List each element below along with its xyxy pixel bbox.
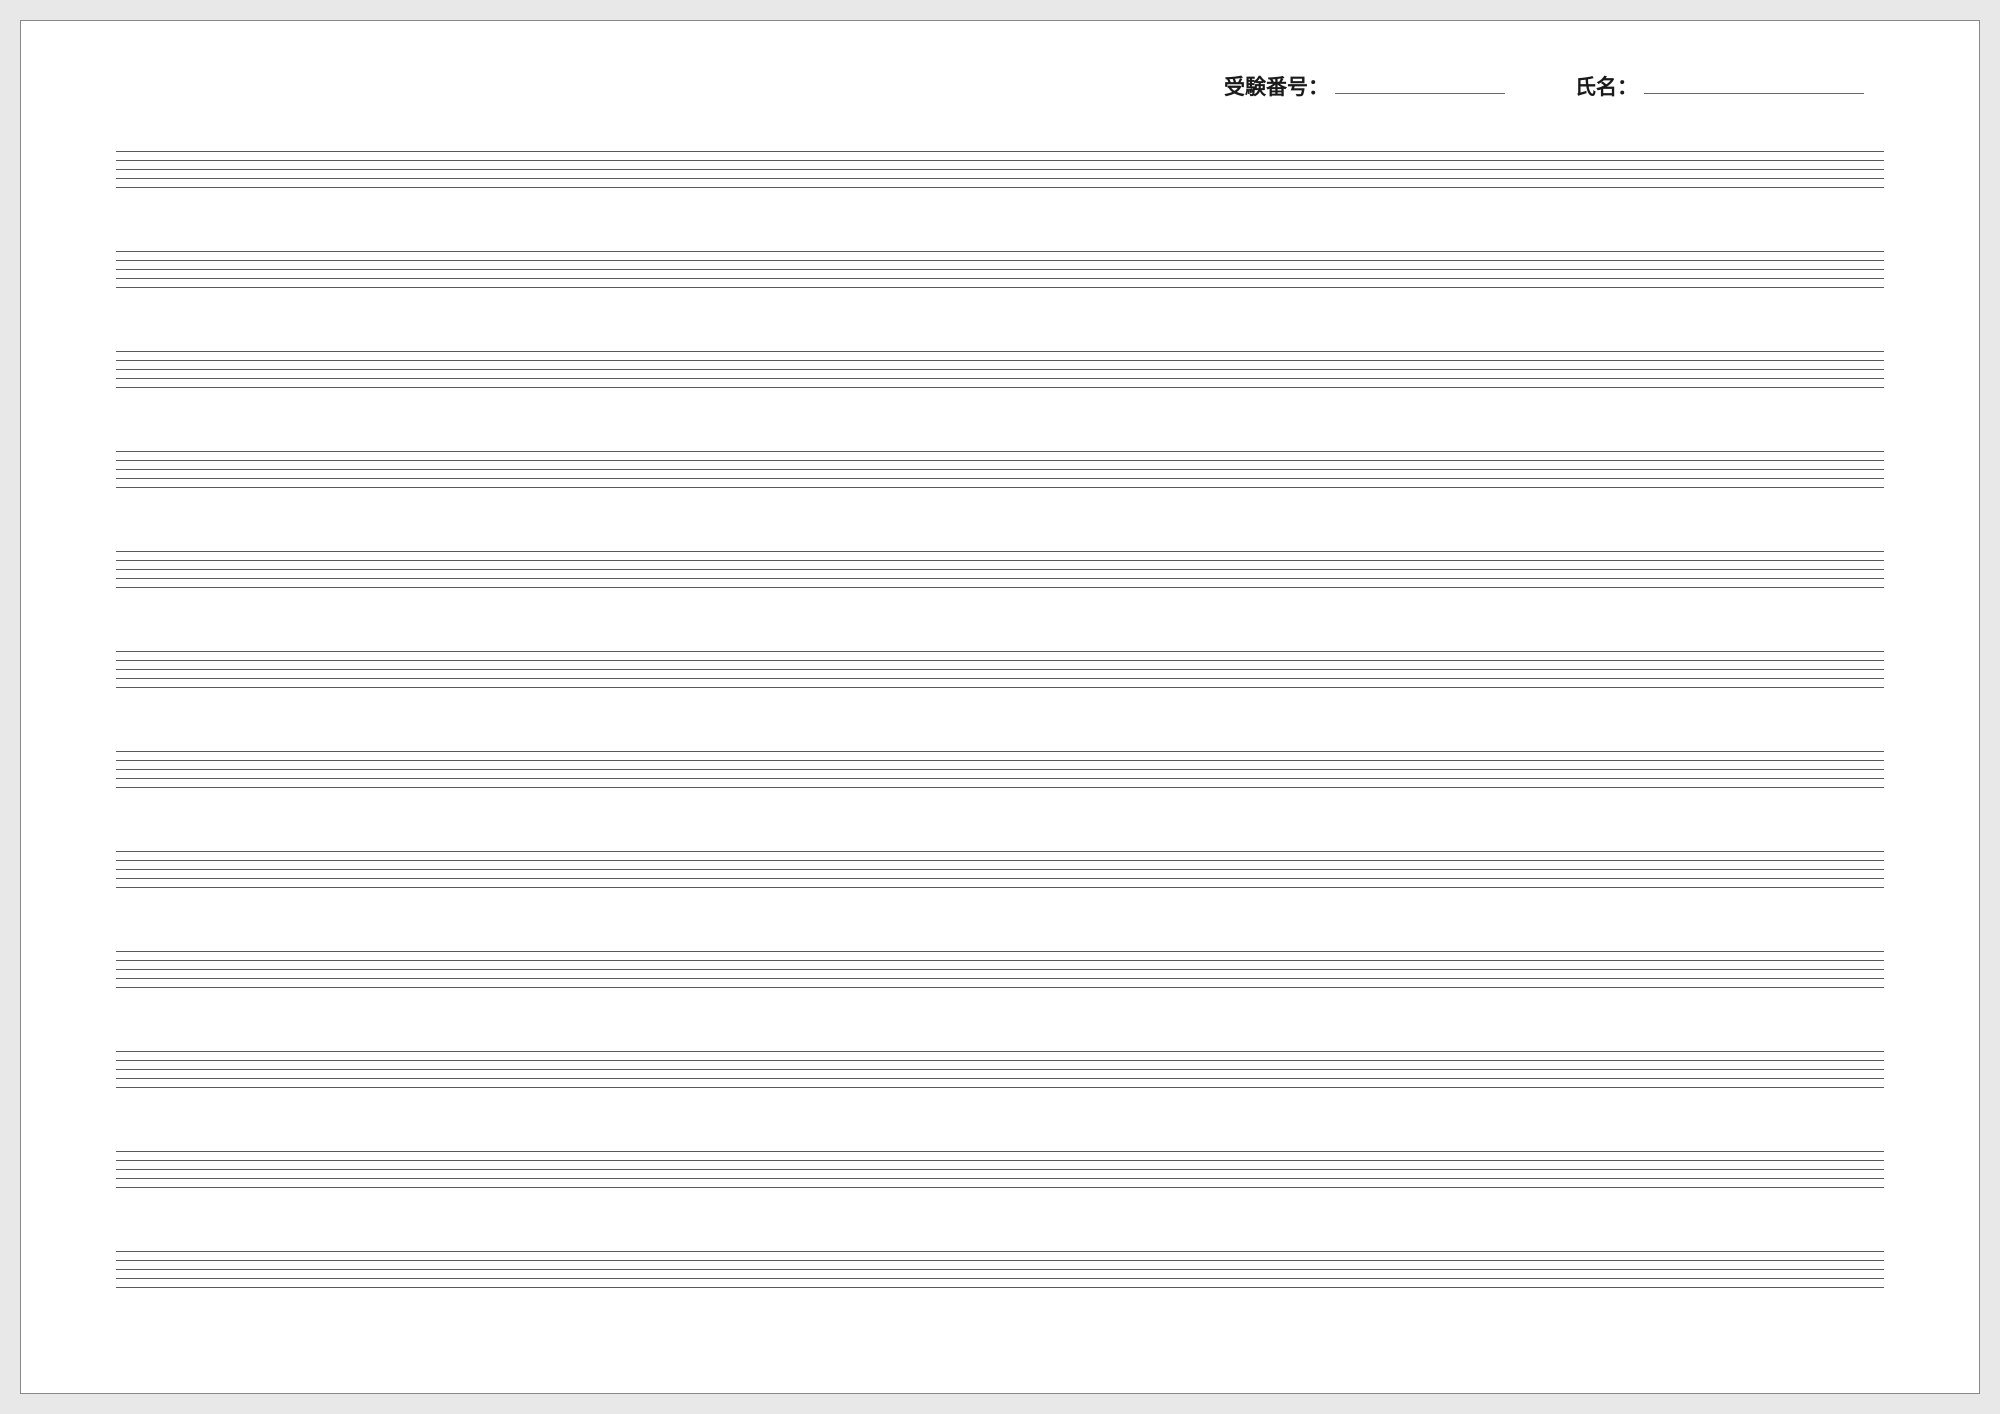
staff-line bbox=[116, 751, 1884, 752]
staff-line bbox=[116, 460, 1884, 461]
staff-line bbox=[116, 287, 1884, 288]
staff-line bbox=[116, 851, 1884, 852]
staff bbox=[116, 751, 1884, 787]
staff bbox=[116, 951, 1884, 987]
staff-line bbox=[116, 1160, 1884, 1161]
staff-line bbox=[116, 787, 1884, 788]
staff-line bbox=[116, 651, 1884, 652]
staff-line bbox=[116, 187, 1884, 188]
staff-line bbox=[116, 560, 1884, 561]
staff-line bbox=[116, 760, 1884, 761]
staff-line bbox=[116, 1178, 1884, 1179]
staff-line bbox=[116, 1269, 1884, 1270]
staff-line bbox=[116, 1187, 1884, 1188]
staff-line bbox=[116, 569, 1884, 570]
staff bbox=[116, 551, 1884, 587]
staff-line bbox=[116, 269, 1884, 270]
staff-line bbox=[116, 1287, 1884, 1288]
staff-line bbox=[116, 951, 1884, 952]
staff-line bbox=[116, 1169, 1884, 1170]
staff-line bbox=[116, 860, 1884, 861]
exam-number-input[interactable] bbox=[1335, 93, 1505, 94]
staff-line bbox=[116, 678, 1884, 679]
staff-line bbox=[116, 887, 1884, 888]
name-field: 氏名： bbox=[1575, 71, 1864, 101]
staff-line bbox=[116, 551, 1884, 552]
staff-line bbox=[116, 969, 1884, 970]
staff-line bbox=[116, 578, 1884, 579]
staff-line bbox=[116, 587, 1884, 588]
name-input[interactable] bbox=[1644, 93, 1864, 94]
staff-line bbox=[116, 360, 1884, 361]
music-manuscript-page: 受験番号： 氏名： bbox=[20, 20, 1980, 1394]
staff-line bbox=[116, 878, 1884, 879]
staff bbox=[116, 351, 1884, 387]
staff bbox=[116, 151, 1884, 187]
staff-line bbox=[116, 769, 1884, 770]
staff-line bbox=[116, 178, 1884, 179]
staff bbox=[116, 1051, 1884, 1087]
staff-line bbox=[116, 487, 1884, 488]
staff-line bbox=[116, 387, 1884, 388]
staff bbox=[116, 851, 1884, 887]
exam-number-field: 受験番号： bbox=[1224, 71, 1505, 101]
staff-line bbox=[116, 160, 1884, 161]
staff-line bbox=[116, 1078, 1884, 1079]
staff-line bbox=[116, 278, 1884, 279]
staff-line bbox=[116, 478, 1884, 479]
staff-line bbox=[116, 151, 1884, 152]
staff-line bbox=[116, 960, 1884, 961]
staff-line bbox=[116, 869, 1884, 870]
staff-line bbox=[116, 660, 1884, 661]
staff-line bbox=[116, 169, 1884, 170]
staff-line bbox=[116, 451, 1884, 452]
staff-line bbox=[116, 1069, 1884, 1070]
staff-line bbox=[116, 1278, 1884, 1279]
staff-line bbox=[116, 778, 1884, 779]
staff-line bbox=[116, 1151, 1884, 1152]
header: 受験番号： 氏名： bbox=[116, 71, 1884, 101]
staff-line bbox=[116, 260, 1884, 261]
staff-line bbox=[116, 1060, 1884, 1061]
staff-line bbox=[116, 378, 1884, 379]
staff-line bbox=[116, 1051, 1884, 1052]
staff-line bbox=[116, 251, 1884, 252]
staff bbox=[116, 651, 1884, 687]
staff bbox=[116, 1151, 1884, 1187]
staff bbox=[116, 451, 1884, 487]
staff-line bbox=[116, 351, 1884, 352]
staves-container bbox=[116, 151, 1884, 1287]
staff bbox=[116, 1251, 1884, 1287]
staff bbox=[116, 251, 1884, 287]
staff-line bbox=[116, 469, 1884, 470]
staff-line bbox=[116, 987, 1884, 988]
name-label: 氏名： bbox=[1575, 71, 1638, 101]
exam-number-label: 受験番号： bbox=[1224, 71, 1329, 101]
staff-line bbox=[116, 1087, 1884, 1088]
staff-line bbox=[116, 1260, 1884, 1261]
staff-line bbox=[116, 1251, 1884, 1252]
staff-line bbox=[116, 978, 1884, 979]
staff-line bbox=[116, 687, 1884, 688]
staff-line bbox=[116, 669, 1884, 670]
staff-line bbox=[116, 369, 1884, 370]
